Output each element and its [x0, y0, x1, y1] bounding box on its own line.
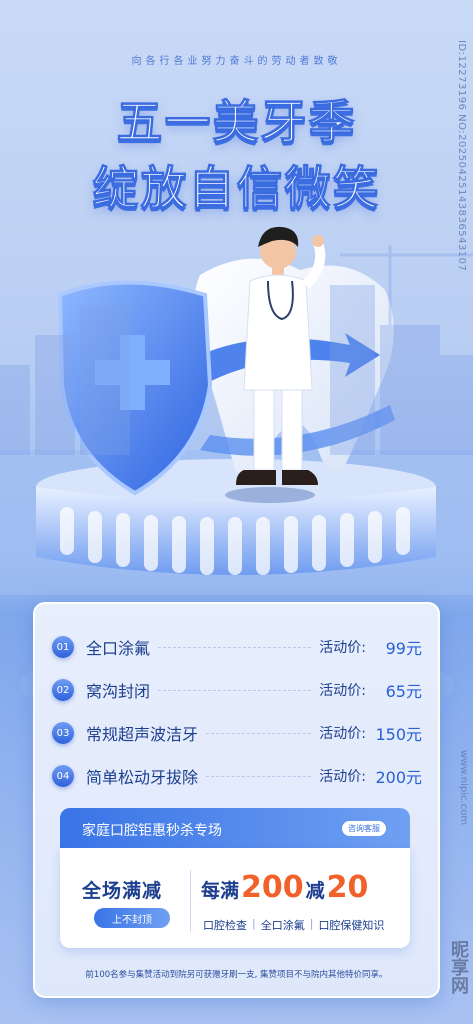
service-name: 常规超声波洁牙: [86, 725, 199, 744]
item-number-badge: 02: [52, 679, 74, 701]
service-item: 03 常规超声波洁牙 活动价: 150元: [52, 718, 422, 748]
consult-service-button[interactable]: 咨询客服: [342, 821, 386, 836]
footer-note: 前100名参与集赞活动到院另可获赠牙刷一支, 集赞项目不与院内其他特价同享。: [85, 970, 388, 980]
price-label: 活动价:: [319, 640, 366, 656]
service-item: 01 全口涂氟 活动价: 99元: [52, 632, 422, 662]
dotted-leader: [158, 689, 312, 691]
service-price: 99元: [385, 639, 422, 658]
separator: |: [309, 917, 314, 930]
service-name: 简单松动牙拔除: [86, 768, 199, 787]
item-number-badge: 03: [52, 722, 74, 744]
deal-mid: 减: [305, 880, 325, 902]
deal-prefix: 每满: [201, 880, 240, 902]
deal-discount: 20: [326, 870, 369, 905]
deal-offer: 每满 200 减 20: [201, 870, 370, 905]
separator: |: [252, 917, 256, 930]
service-item: 04 简单松动牙拔除 活动价: 200元: [52, 761, 422, 791]
hero-illustration: [0, 215, 473, 600]
service-item: 02 窝沟封闭 活动价: 65元: [52, 675, 422, 705]
deal-included-items: 口腔检查 | 全口涂氟 | 口腔保健知识: [203, 917, 384, 933]
deal-item: 口腔保健知识: [318, 919, 385, 932]
item-number-badge: 04: [52, 765, 74, 787]
dotted-leader: [206, 775, 312, 777]
price-label: 活动价:: [319, 769, 366, 785]
title-line-2: 绽放自信微笑: [92, 161, 381, 216]
watermark-url: www.nipic.com: [458, 750, 469, 826]
deal-item: 口腔检查: [203, 919, 247, 932]
service-name: 全口涂氟: [86, 639, 151, 658]
full-reduction-label: 全场满减: [82, 880, 163, 902]
title-line-1: 五一美牙季: [116, 95, 357, 150]
service-price: 200元: [375, 768, 422, 787]
service-price: 65元: [385, 682, 422, 701]
promo-title: 家庭口腔钜惠秒杀专场: [82, 823, 222, 839]
deal-threshold: 200: [241, 870, 304, 905]
service-price: 150元: [375, 725, 422, 744]
dotted-leader: [158, 646, 312, 648]
item-number-badge: 01: [52, 636, 74, 658]
price-label: 活动价:: [319, 726, 366, 742]
tagline: 向各行各业努力奋斗的劳动者致敬: [131, 56, 342, 67]
city-skyline-illustration: [0, 245, 473, 455]
watermark-brand: 昵享网: [448, 940, 469, 994]
price-label: 活动价:: [319, 683, 366, 699]
service-name: 窝沟封闭: [86, 682, 151, 701]
no-cap-badge: 上不封顶: [94, 908, 170, 928]
promo-divider: [190, 870, 191, 932]
dotted-leader: [206, 732, 312, 734]
deal-item: 全口涂氟: [260, 919, 305, 932]
